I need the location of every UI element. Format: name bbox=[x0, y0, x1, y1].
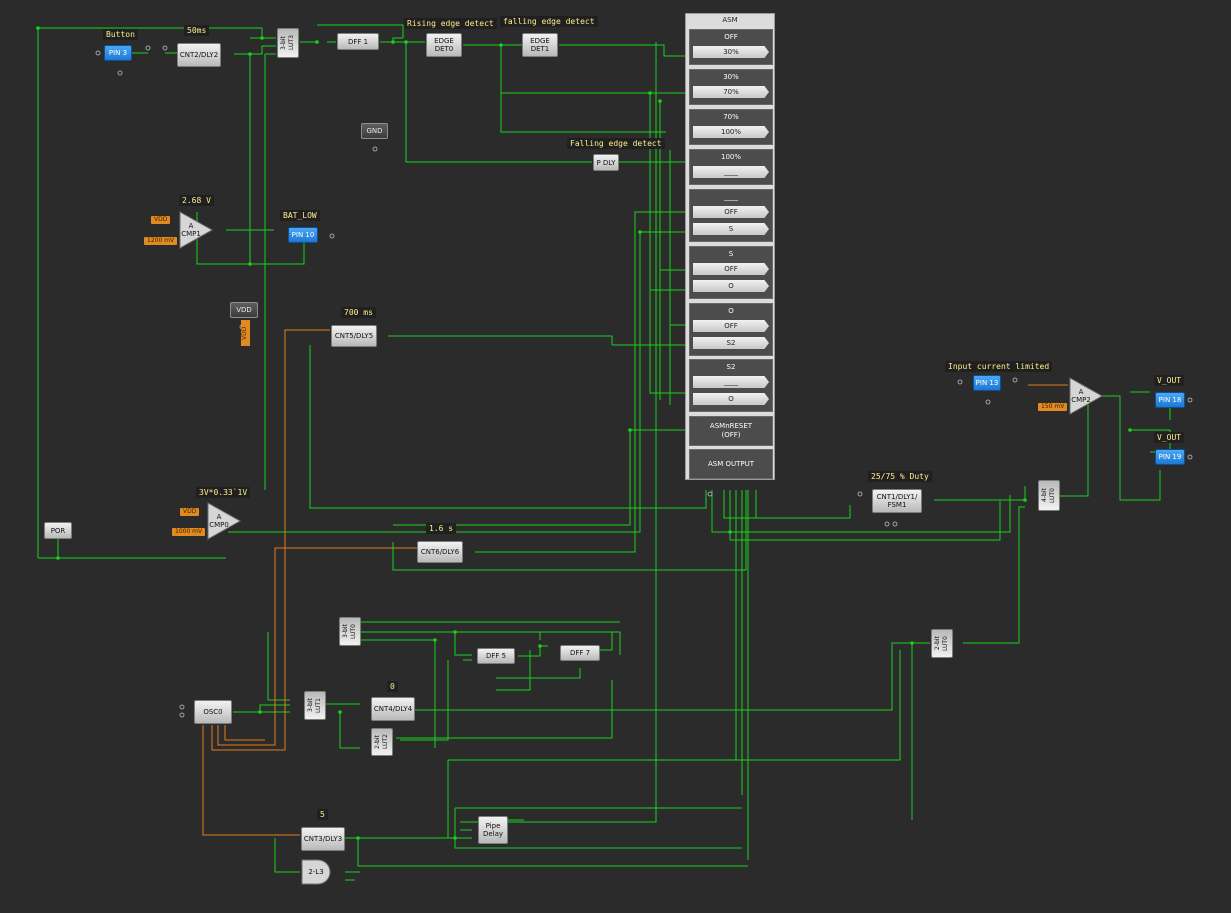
asm-reset-button[interactable]: ASMnRESET (OFF) bbox=[689, 416, 773, 446]
delay-1-6s-label: 1.6 s bbox=[426, 523, 457, 534]
vdd-tag-vertical: VDD bbox=[241, 320, 250, 346]
cnt2-dly2-block[interactable]: CNT2/DLY2 bbox=[177, 43, 221, 67]
asm-transition[interactable]: 100% bbox=[693, 126, 769, 138]
pipe-delay-block[interactable]: Pipe Delay bbox=[478, 816, 508, 844]
asm-block[interactable]: ASM OFF 30% 30% 70% 70% 100% 100% ____ ____ OFF S S… bbox=[685, 13, 775, 480]
asm-transition[interactable]: ____ bbox=[693, 376, 769, 388]
vdd-block[interactable]: VDD bbox=[230, 302, 258, 318]
lut0-block[interactable]: 3-bit LUT0 bbox=[339, 617, 361, 646]
cnt3-value-label: 5 bbox=[317, 809, 328, 820]
lut2-block[interactable]: 2-bit LUT2 bbox=[371, 728, 393, 756]
por-block[interactable]: POR bbox=[44, 522, 72, 539]
asm-transition[interactable]: 70% bbox=[693, 86, 769, 98]
cmp0-label[interactable]: A CMP0 bbox=[206, 513, 232, 529]
osc0-block[interactable]: OSC0 bbox=[194, 700, 232, 724]
rising-edge-label: Rising edge detect bbox=[404, 18, 497, 29]
pin-10[interactable]: PIN 10 bbox=[288, 227, 318, 243]
dff1-block[interactable]: DFF 1 bbox=[337, 33, 379, 50]
pin-13[interactable]: PIN 13 bbox=[973, 375, 1001, 391]
cmp2-label[interactable]: A CMP2 bbox=[1068, 388, 1094, 404]
lut3-block[interactable]: 3-bit LUT3 bbox=[277, 28, 299, 58]
cnt6-dly6-block[interactable]: CNT6/DLY6 bbox=[417, 541, 463, 563]
dff5-block[interactable]: DFF 5 bbox=[477, 648, 515, 664]
asm-state[interactable]: ____ OFF S bbox=[689, 189, 773, 242]
delay-50ms-label: 50ms bbox=[184, 25, 210, 36]
asm-state-name: ____ bbox=[724, 193, 738, 201]
ref-1200mv-tag: 1200 mV bbox=[144, 237, 178, 245]
cnt4-dly4-block[interactable]: CNT4/DLY4 bbox=[371, 697, 415, 721]
cnt5-dly5-block[interactable]: CNT5/DLY5 bbox=[331, 325, 377, 347]
p-dly-block[interactable]: P DLY bbox=[593, 154, 619, 171]
asm-state[interactable]: OFF 30% bbox=[689, 29, 773, 65]
asm-title: ASM bbox=[722, 16, 738, 24]
input-current-label: Input current limited bbox=[945, 361, 1053, 372]
asm-transition[interactable]: 30% bbox=[693, 46, 769, 58]
and-gate-l3[interactable]: 2-L3 bbox=[304, 865, 328, 879]
wire-layer bbox=[36, 24, 1193, 885]
dff7-block[interactable]: DFF 7 bbox=[560, 645, 600, 661]
bat-low-label: BAT_LOW bbox=[280, 210, 320, 221]
vdd-tag-cmp1: VDD bbox=[151, 216, 171, 224]
asm-transition[interactable]: ____ bbox=[693, 166, 769, 178]
asm-state-name: 70% bbox=[723, 113, 739, 121]
cnt4-value-label: 0 bbox=[387, 681, 398, 692]
cnt3-dly3-block[interactable]: CNT3/DLY3 bbox=[301, 827, 345, 851]
asm-state-name: 100% bbox=[720, 153, 741, 161]
asm-state[interactable]: 30% 70% bbox=[689, 69, 773, 105]
asm-transition[interactable]: S2 bbox=[693, 337, 769, 349]
falling-edge-label-2: Falling edge detect bbox=[567, 138, 665, 149]
duty-cycle-label: 25/75 % Duty bbox=[868, 471, 932, 482]
asm-transition[interactable]: OFF bbox=[693, 206, 769, 218]
pin-3[interactable]: PIN 3 bbox=[104, 45, 132, 61]
pin-18[interactable]: PIN 18 bbox=[1155, 392, 1185, 408]
gnd-block[interactable]: GND bbox=[361, 123, 388, 139]
asm-state-name: S bbox=[728, 250, 734, 258]
vdd-tag-cmp0: VDD bbox=[180, 508, 200, 516]
button-label: Button bbox=[103, 29, 138, 40]
lut2b-block[interactable]: 2-bit LUT0 bbox=[931, 629, 953, 658]
ref-150mv-tag: 150 mV bbox=[1038, 403, 1068, 411]
asm-state-name: 30% bbox=[723, 73, 739, 81]
asm-state[interactable]: S OFF O bbox=[689, 246, 773, 299]
asm-transition[interactable]: O bbox=[693, 393, 769, 405]
asm-transition[interactable]: S bbox=[693, 223, 769, 235]
ref-1000mv-tag: 1000 mV bbox=[172, 528, 206, 536]
asm-state-name: S2 bbox=[726, 363, 736, 371]
asm-state[interactable]: S2 ____ O bbox=[689, 359, 773, 412]
vout-label-2: V_OUT bbox=[1154, 432, 1185, 443]
asm-state-name: O bbox=[728, 307, 734, 315]
cmp1-threshold-label: 2.68 V bbox=[179, 195, 214, 206]
asm-state[interactable]: 100% ____ bbox=[689, 149, 773, 185]
edge-det0-block[interactable]: EDGE DET0 bbox=[426, 33, 462, 57]
cnt1-dly1-fsm1-block[interactable]: CNT1/DLY1/ FSM1 bbox=[872, 489, 922, 513]
falling-edge-label-1: falling edge detect bbox=[500, 16, 598, 27]
asm-transition[interactable]: OFF bbox=[693, 263, 769, 275]
lut4-block[interactable]: 4-bit LUT0 bbox=[1038, 480, 1060, 511]
cmp1-label[interactable]: A CMP1 bbox=[178, 222, 204, 238]
edge-det1-block[interactable]: EDGE DET1 bbox=[522, 33, 558, 57]
asm-state[interactable]: 70% 100% bbox=[689, 109, 773, 145]
lut1-block[interactable]: 3-bit LUT1 bbox=[304, 691, 326, 720]
vout-label-1: V_OUT bbox=[1154, 375, 1185, 386]
pin-19[interactable]: PIN 19 bbox=[1155, 449, 1185, 465]
delay-700ms-label: 700 ms bbox=[341, 307, 376, 318]
asm-output-button[interactable]: ASM OUTPUT bbox=[689, 449, 773, 479]
cmp0-threshold-label: 3V*0.33`1V bbox=[196, 487, 251, 498]
asm-state[interactable]: O OFF S2 bbox=[689, 303, 773, 356]
asm-transition[interactable]: OFF bbox=[693, 320, 769, 332]
asm-transition[interactable]: O bbox=[693, 280, 769, 292]
asm-state-name: OFF bbox=[724, 33, 738, 41]
